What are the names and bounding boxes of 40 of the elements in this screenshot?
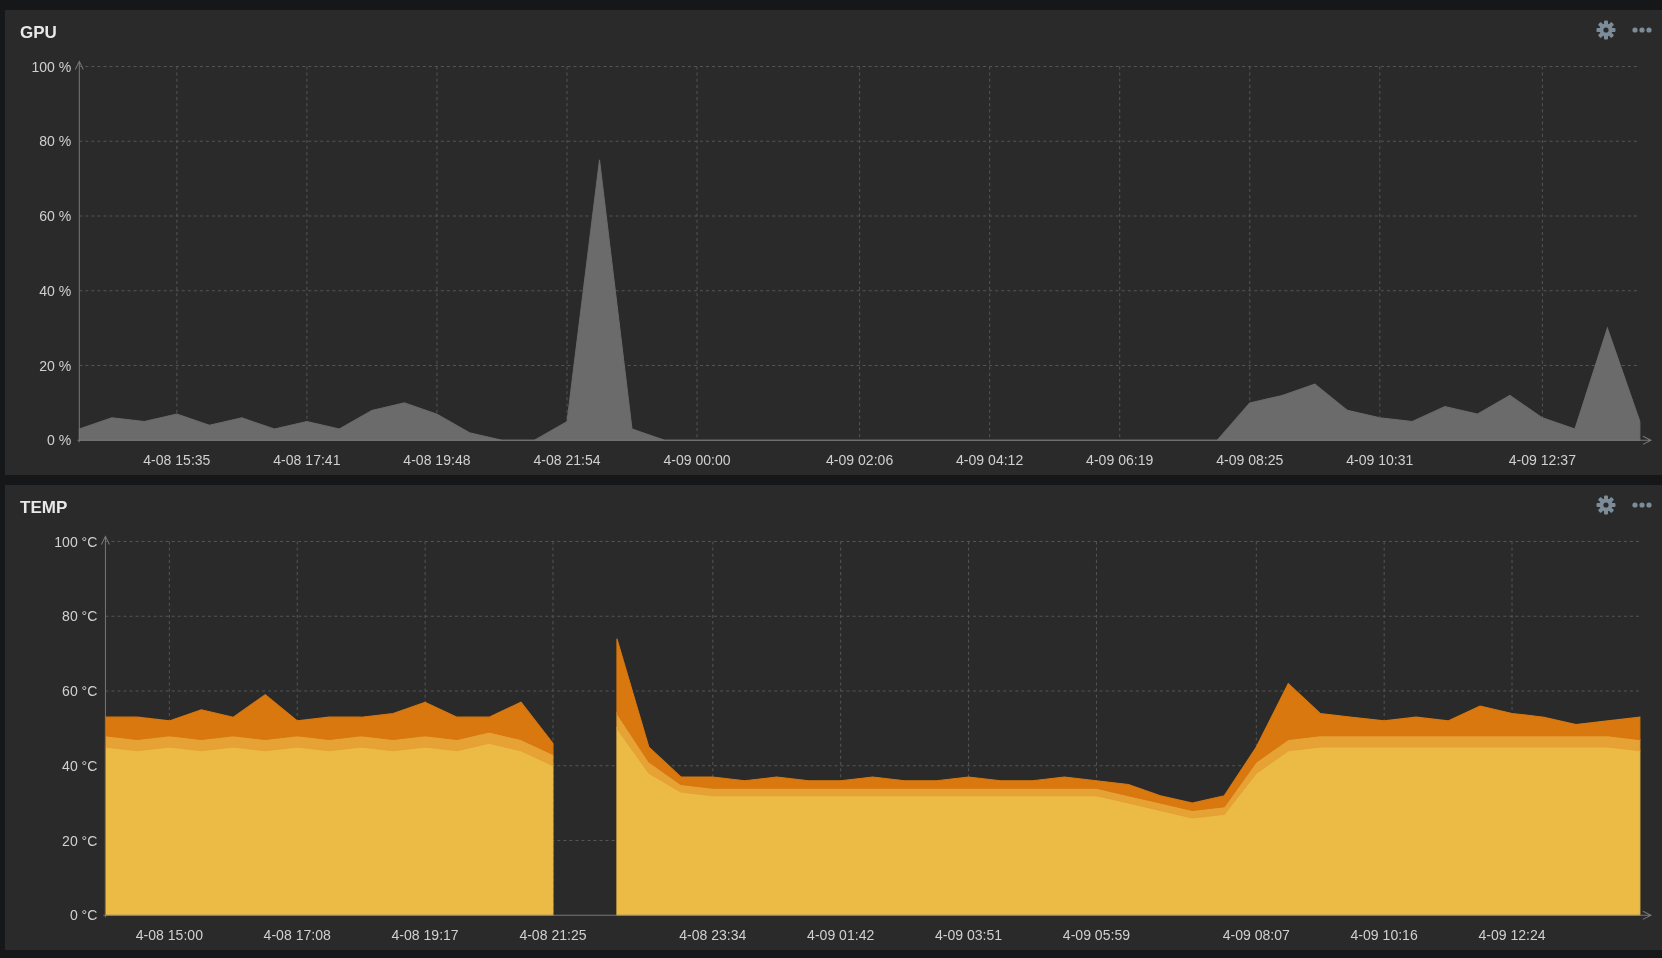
axis-tick-label: 4-08 19:17 xyxy=(391,926,459,943)
axis-tick-label: 100 °C xyxy=(54,533,98,550)
axis-tick-label: 4-08 19:48 xyxy=(403,451,471,468)
axis-tick-label: 4-08 21:54 xyxy=(533,451,601,468)
axis-tick-label: 40 % xyxy=(39,282,72,299)
axis-tick-label: 80 °C xyxy=(62,608,98,625)
axis-tick-label: 4-09 01:42 xyxy=(807,926,875,943)
axis-tick-label: 4-08 15:00 xyxy=(135,926,203,943)
axis-tick-label: 4-09 04:12 xyxy=(956,451,1024,468)
axis-tick-label: 40 °C xyxy=(62,757,98,774)
axis-tick-label: 4-09 12:24 xyxy=(1478,926,1546,943)
axis-tick-label: 4-09 02:06 xyxy=(826,451,894,468)
more-icon[interactable] xyxy=(1632,502,1652,508)
axis-tick-label: 4-09 10:31 xyxy=(1346,451,1414,468)
axis-tick-label: 20 °C xyxy=(62,832,98,849)
axis-tick-label: 60 % xyxy=(39,207,72,225)
more-icon[interactable] xyxy=(1632,27,1652,33)
axis-tick-label: 4-08 23:34 xyxy=(679,926,747,943)
settings-icon[interactable] xyxy=(1596,20,1616,40)
axis-tick-label: 80 % xyxy=(39,133,72,150)
axis-tick-label: 20 % xyxy=(39,357,72,374)
axis-tick-label: 60 °C xyxy=(62,682,98,700)
axis-tick-label: 0 % xyxy=(47,432,72,449)
panel-title: GPU xyxy=(20,22,57,44)
axis-tick-label: 100 % xyxy=(31,58,72,75)
axis-tick-label: 4-09 08:25 xyxy=(1216,451,1284,468)
axis-tick-label: 4-09 12:37 xyxy=(1508,451,1576,468)
axis-tick-label: 4-09 03:51 xyxy=(934,926,1003,943)
axis-tick-label: 4-08 15:35 xyxy=(143,451,211,468)
axis-tick-label: 4-08 17:41 xyxy=(273,451,341,468)
axis-tick-label: 4-08 17:08 xyxy=(263,926,331,943)
axis-tick-label: 4-09 00:00 xyxy=(663,451,731,468)
axis-tick-label: 0 °C xyxy=(69,907,98,924)
axis-tick-label: 4-09 08:07 xyxy=(1222,926,1290,943)
axis-tick-label: 4-08 21:25 xyxy=(519,926,587,943)
axis-tick-label: 4-09 05:59 xyxy=(1062,926,1131,943)
axis-tick-label: 4-09 06:19 xyxy=(1086,451,1154,468)
axis-tick-label: 4-09 10:16 xyxy=(1350,926,1418,943)
panel-title: TEMP xyxy=(20,497,68,519)
settings-icon[interactable] xyxy=(1596,495,1616,515)
